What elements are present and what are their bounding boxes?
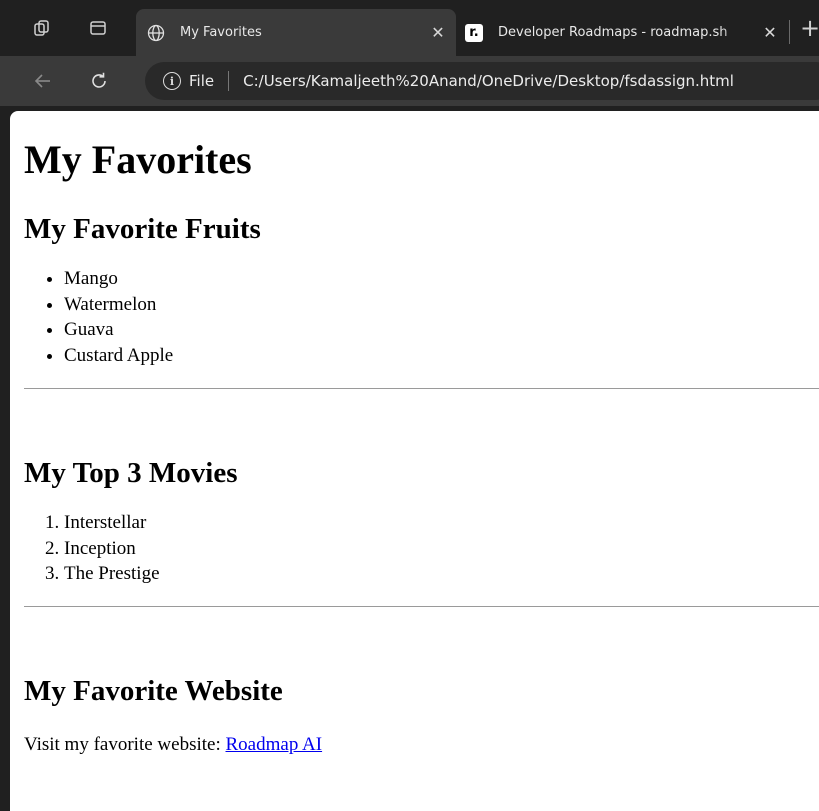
fruits-heading: My Favorite Fruits — [24, 213, 261, 245]
tab-my-favorites[interactable]: My Favorites ✕ — [136, 9, 456, 56]
list-item: Guava — [64, 317, 819, 343]
page-viewport: My Favorites My Favorite Fruits Mango Wa… — [10, 111, 819, 811]
list-item: The Prestige — [64, 561, 819, 587]
movies-list: Interstellar Inception The Prestige — [24, 510, 819, 587]
address-divider — [228, 71, 230, 91]
list-item: Inception — [64, 536, 819, 562]
fruits-list: Mango Watermelon Guava Custard Apple — [24, 266, 819, 368]
new-tab-plus-icon[interactable]: + — [795, 13, 819, 43]
movies-heading: My Top 3 Movies — [24, 457, 238, 489]
site-info-icon[interactable]: i — [163, 72, 181, 90]
tab-divider — [789, 20, 790, 44]
page-content: My Favorites My Favorite Fruits Mango Wa… — [10, 137, 819, 757]
address-url[interactable]: C:/Users/Kamaljeeth%20Anand/OneDrive/Des… — [243, 72, 734, 90]
tab-actions-icon[interactable] — [80, 10, 116, 46]
workspaces-icon[interactable] — [24, 10, 60, 46]
website-paragraph: Visit my favorite website: Roadmap AI — [24, 733, 819, 757]
address-scheme: File — [189, 72, 215, 90]
tab-developer-roadmaps[interactable]: r. Developer Roadmaps - roadmap.sh ✕ — [458, 9, 788, 56]
page-title: My Favorites — [24, 137, 252, 182]
section-divider — [24, 605, 819, 607]
list-item: Custard Apple — [64, 343, 819, 369]
address-bar[interactable]: i File C:/Users/Kamaljeeth%20Anand/OneDr… — [145, 62, 819, 100]
website-text: Visit my favorite website: — [24, 733, 226, 755]
roadmap-logo: r. — [465, 23, 483, 42]
list-item: Interstellar — [64, 510, 819, 536]
list-item: Watermelon — [64, 292, 819, 318]
list-item: Mango — [64, 266, 819, 292]
roadmap-logo-icon: r. — [464, 23, 484, 43]
section-divider — [24, 388, 819, 389]
close-icon[interactable]: ✕ — [758, 21, 782, 45]
globe-icon — [146, 23, 166, 43]
refresh-icon[interactable] — [82, 64, 116, 98]
back-arrow-icon[interactable] — [26, 64, 60, 98]
close-icon[interactable]: ✕ — [426, 21, 450, 45]
tab-title: My Favorites — [180, 25, 262, 40]
roadmap-ai-link[interactable]: Roadmap AI — [226, 734, 323, 755]
tab-title: Developer Roadmaps - roadmap.sh — [498, 25, 728, 40]
website-heading: My Favorite Website — [24, 674, 283, 707]
browser-toolbar: i File C:/Users/Kamaljeeth%20Anand/OneDr… — [0, 56, 819, 106]
tab-strip: My Favorites ✕ r. Developer Roadmaps - r… — [0, 0, 819, 56]
